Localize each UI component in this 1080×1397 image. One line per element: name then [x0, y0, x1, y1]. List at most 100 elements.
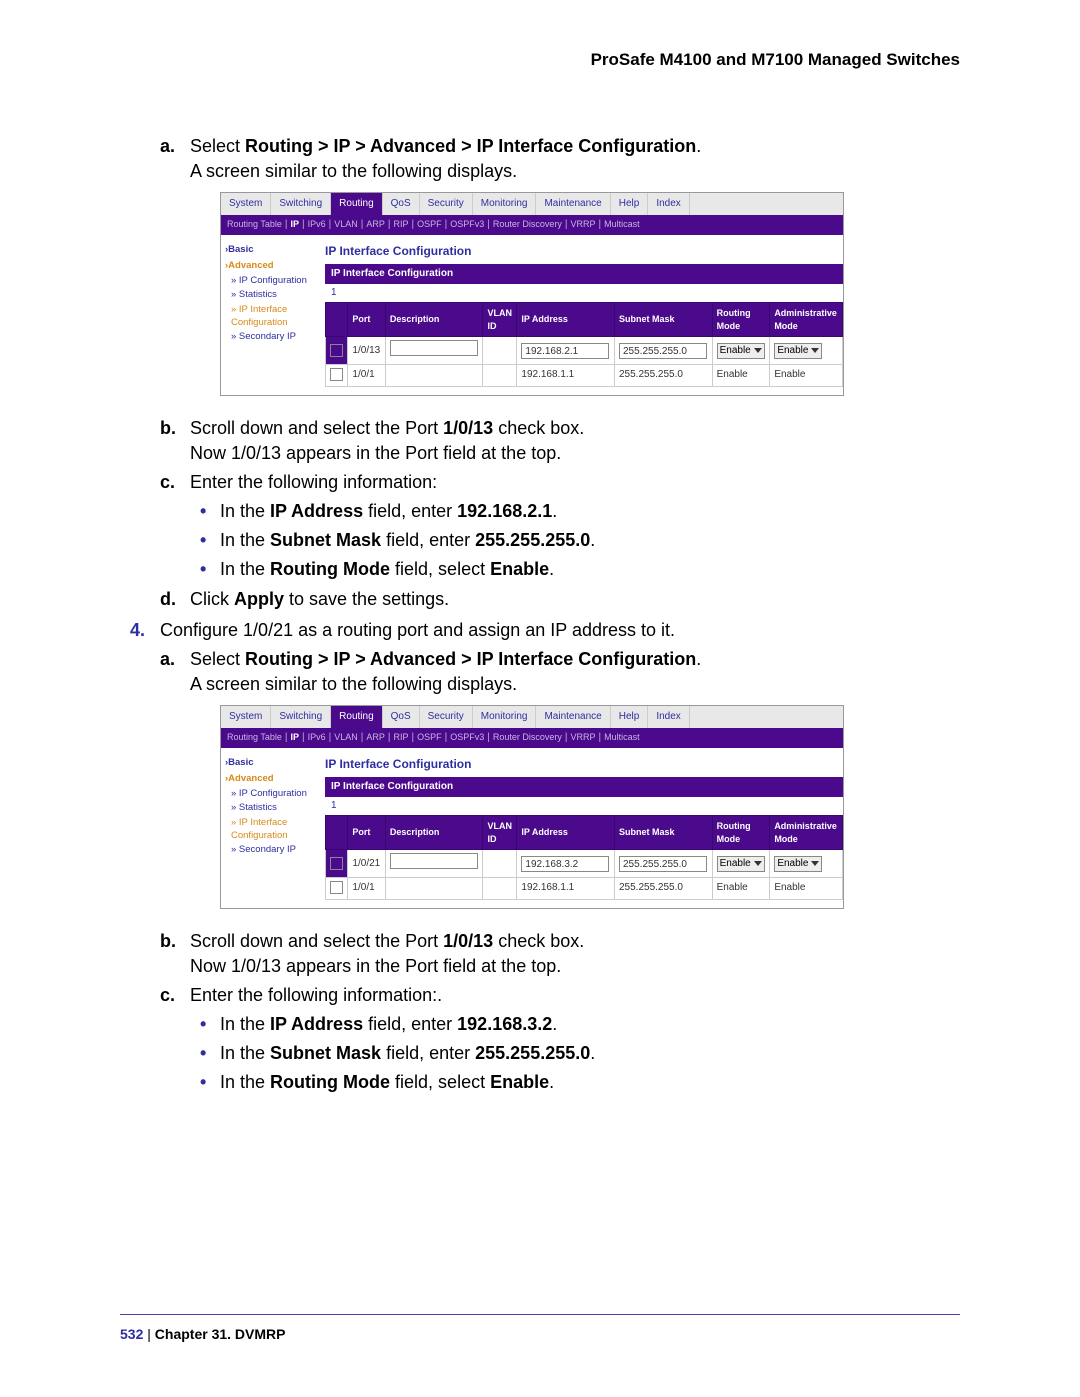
subtab-routing table[interactable]: Routing Table — [227, 218, 282, 232]
amode-cell[interactable]: Enable — [770, 850, 843, 878]
subtab-vlan[interactable]: VLAN — [334, 731, 358, 745]
subtab-arp[interactable]: ARP — [366, 731, 385, 745]
tab-security[interactable]: Security — [420, 193, 473, 215]
pager[interactable]: 1 — [325, 284, 843, 302]
sidebar-item[interactable]: » Secondary IP — [231, 330, 321, 343]
sidebar-basic[interactable]: ›Basic — [225, 243, 321, 256]
tab-routing[interactable]: Routing — [331, 193, 382, 215]
desc-cell[interactable] — [385, 850, 483, 878]
col-header: IP Address — [517, 303, 615, 337]
subtab-rip[interactable]: RIP — [393, 218, 408, 232]
sidebar-item[interactable]: » IP Interface Configuration — [231, 816, 321, 843]
tab-help[interactable]: Help — [611, 193, 649, 215]
row-checkbox-cell[interactable] — [326, 850, 348, 878]
amode-cell[interactable]: Enable — [770, 337, 843, 365]
tab-qos[interactable]: QoS — [383, 706, 420, 728]
ip-cell[interactable]: 192.168.2.1 — [517, 337, 615, 365]
tab-monitoring[interactable]: Monitoring — [473, 193, 537, 215]
panel-band: IP Interface Configuration — [325, 264, 843, 284]
subtab-ipv6[interactable]: IPv6 — [308, 218, 326, 232]
row-checkbox-cell[interactable] — [326, 337, 348, 365]
dropdown-icon: Enable — [774, 856, 822, 872]
subtab-vrrp[interactable]: VRRP — [571, 218, 596, 232]
row-checkbox-cell[interactable] — [326, 365, 348, 386]
tab-system[interactable]: System — [221, 706, 271, 728]
subtab-ospfv3[interactable]: OSPFv3 — [450, 218, 484, 232]
rmode-cell[interactable]: Enable — [712, 850, 770, 878]
row-checkbox-cell[interactable] — [326, 878, 348, 899]
step-label: a. — [160, 134, 175, 159]
col-header: Routing Mode — [712, 303, 770, 337]
subtab-arp[interactable]: ARP — [366, 218, 385, 232]
tab-maintenance[interactable]: Maintenance — [536, 706, 610, 728]
tab-index[interactable]: Index — [648, 193, 689, 215]
dropdown-icon: Enable — [774, 343, 822, 359]
page-footer: 532 | Chapter 31. DVMRP — [120, 1314, 960, 1345]
subtab-ip[interactable]: IP — [290, 218, 299, 232]
checkbox-icon[interactable] — [330, 368, 343, 381]
subtab-router discovery[interactable]: Router Discovery — [493, 218, 562, 232]
tab-switching[interactable]: Switching — [271, 706, 331, 728]
step-a: a. Select Routing > IP > Advanced > IP I… — [160, 134, 960, 396]
subtab-multicast[interactable]: Multicast — [604, 218, 640, 232]
col-header: VLAN ID — [483, 816, 517, 850]
subtab-vrrp[interactable]: VRRP — [571, 731, 596, 745]
main-tabs: SystemSwitchingRoutingQoSSecurityMonitor… — [221, 706, 843, 728]
tab-security[interactable]: Security — [420, 706, 473, 728]
sidebar-advanced[interactable]: ›Advanced — [225, 772, 321, 785]
rmode-cell[interactable]: Enable — [712, 337, 770, 365]
amode-cell: Enable — [770, 878, 843, 899]
port-cell: 1/0/1 — [348, 365, 385, 386]
col-header: Subnet Mask — [615, 303, 713, 337]
ip-cell: 192.168.1.1 — [517, 878, 615, 899]
subtab-ipv6[interactable]: IPv6 — [308, 731, 326, 745]
col-header — [326, 303, 348, 337]
dropdown-icon: Enable — [717, 856, 765, 872]
step-label: c. — [160, 470, 175, 495]
sidebar-item[interactable]: » Statistics — [231, 288, 321, 301]
tab-system[interactable]: System — [221, 193, 271, 215]
ip-cell: 192.168.1.1 — [517, 365, 615, 386]
sidebar-basic[interactable]: ›Basic — [225, 756, 321, 769]
step-4: 4. Configure 1/0/21 as a routing port an… — [130, 618, 960, 1096]
subtab-ospf[interactable]: OSPF — [417, 218, 442, 232]
checkbox-icon[interactable] — [330, 857, 343, 870]
mask-cell[interactable]: 255.255.255.0 — [615, 337, 713, 365]
sidebar-item[interactable]: » IP Interface Configuration — [231, 303, 321, 330]
tab-qos[interactable]: QoS — [383, 193, 420, 215]
tab-switching[interactable]: Switching — [271, 193, 331, 215]
checkbox-icon[interactable] — [330, 344, 343, 357]
tab-index[interactable]: Index — [648, 706, 689, 728]
sidebar-item[interactable]: » IP Configuration — [231, 787, 321, 800]
sidebar-item[interactable]: » Statistics — [231, 801, 321, 814]
subtab-ospf[interactable]: OSPF — [417, 731, 442, 745]
table-row: 1/0/1192.168.1.1255.255.255.0EnableEnabl… — [326, 365, 843, 386]
pager[interactable]: 1 — [325, 797, 843, 815]
subtab-multicast[interactable]: Multicast — [604, 731, 640, 745]
step-label: c. — [160, 983, 175, 1008]
ip-cell[interactable]: 192.168.3.2 — [517, 850, 615, 878]
desc-cell — [385, 878, 483, 899]
sidebar-advanced[interactable]: ›Advanced — [225, 259, 321, 272]
subtab-routing table[interactable]: Routing Table — [227, 731, 282, 745]
desc-cell[interactable] — [385, 337, 483, 365]
checkbox-icon[interactable] — [330, 881, 343, 894]
subtab-router discovery[interactable]: Router Discovery — [493, 731, 562, 745]
subtab-ospfv3[interactable]: OSPFv3 — [450, 731, 484, 745]
tab-help[interactable]: Help — [611, 706, 649, 728]
subtab-ip[interactable]: IP — [290, 731, 299, 745]
step-4c: c. Enter the following information:. In … — [160, 983, 960, 1096]
sidebar-item[interactable]: » IP Configuration — [231, 274, 321, 287]
sidebar-item[interactable]: » Secondary IP — [231, 843, 321, 856]
table-row: 1/0/13192.168.2.1255.255.255.0EnableEnab… — [326, 337, 843, 365]
mask-cell[interactable]: 255.255.255.0 — [615, 850, 713, 878]
tab-routing[interactable]: Routing — [331, 706, 382, 728]
sub-tabs: Routing Table|IP|IPv6|VLAN|ARP|RIP|OSPF|… — [221, 728, 843, 748]
tab-monitoring[interactable]: Monitoring — [473, 706, 537, 728]
tab-maintenance[interactable]: Maintenance — [536, 193, 610, 215]
step-label: d. — [160, 587, 176, 612]
subtab-vlan[interactable]: VLAN — [334, 218, 358, 232]
step-b: b. Scroll down and select the Port 1/0/1… — [160, 416, 960, 466]
subtab-rip[interactable]: RIP — [393, 731, 408, 745]
step-label: b. — [160, 929, 176, 954]
